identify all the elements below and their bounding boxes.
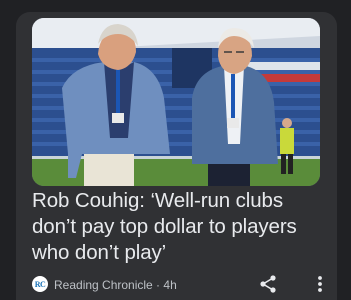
share-button[interactable] xyxy=(258,274,278,294)
article-headline[interactable]: Rob Couhig: ‘Well-run clubs don’t pay to… xyxy=(32,188,324,266)
news-card[interactable]: Rob Couhig: ‘Well-run clubs don’t pay to… xyxy=(16,12,337,300)
article-photo[interactable] xyxy=(32,18,320,186)
more-vert-icon xyxy=(318,276,322,292)
source-logo: RC xyxy=(32,276,48,292)
article-meta: RC Reading Chronicle · 4h xyxy=(32,272,322,296)
share-icon xyxy=(260,275,276,293)
source-and-time[interactable]: Reading Chronicle · 4h xyxy=(54,278,177,292)
more-options-button[interactable] xyxy=(312,274,328,294)
